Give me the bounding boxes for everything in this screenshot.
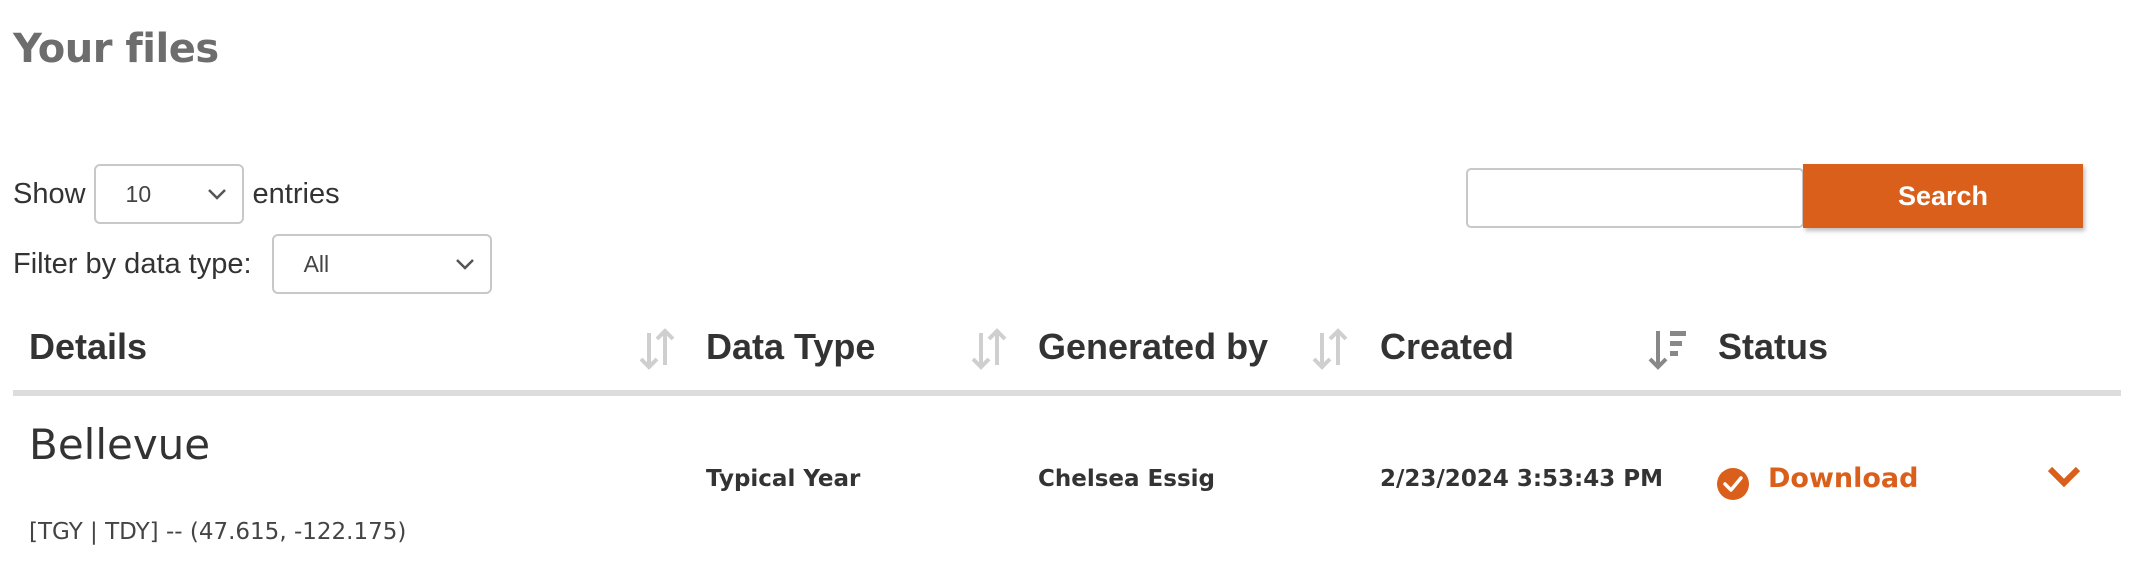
table-header-divider xyxy=(13,390,2121,396)
file-details: [TGY | TDY] -- (47.615, -122.175) xyxy=(29,519,407,545)
entries-label: entries xyxy=(252,177,340,210)
column-header-data-type[interactable]: Data Type xyxy=(706,325,875,369)
search-input[interactable] xyxy=(1466,168,1804,228)
entries-select[interactable]: 10 xyxy=(93,164,244,224)
check-circle-icon xyxy=(1717,468,1749,500)
chevron-down-icon xyxy=(207,189,226,200)
created-cell: 2/23/2024 3:53:43 PM xyxy=(1380,466,1663,492)
data-type-filter: Filter by data type: All xyxy=(13,234,492,294)
chevron-down-icon[interactable] xyxy=(2046,463,2082,491)
sort-icon[interactable] xyxy=(637,327,677,371)
page-title: Your files xyxy=(13,26,219,72)
column-header-created[interactable]: Created xyxy=(1380,325,1514,369)
sort-icon[interactable] xyxy=(1310,327,1350,371)
download-link[interactable]: Download xyxy=(1768,463,1918,494)
data-type-select-value: All xyxy=(303,250,330,277)
data-type-cell: Typical Year xyxy=(706,466,861,492)
sort-descending-icon[interactable] xyxy=(1648,327,1688,371)
generated-by-cell: Chelsea Essig xyxy=(1038,466,1215,492)
entries-select-value: 10 xyxy=(125,180,152,207)
column-header-details[interactable]: Details xyxy=(29,325,147,369)
column-header-status: Status xyxy=(1718,326,1829,367)
entries-length-control: Show 10 entries xyxy=(13,164,340,224)
file-location-name: Bellevue xyxy=(29,420,211,469)
data-type-select[interactable]: All xyxy=(271,234,492,294)
search-button[interactable]: Search xyxy=(1803,164,2083,228)
sort-icon[interactable] xyxy=(969,327,1009,371)
show-label: Show xyxy=(13,177,86,210)
filter-label: Filter by data type: xyxy=(13,247,252,280)
chevron-down-icon xyxy=(455,259,474,270)
column-header-generated-by[interactable]: Generated by xyxy=(1038,325,1268,369)
